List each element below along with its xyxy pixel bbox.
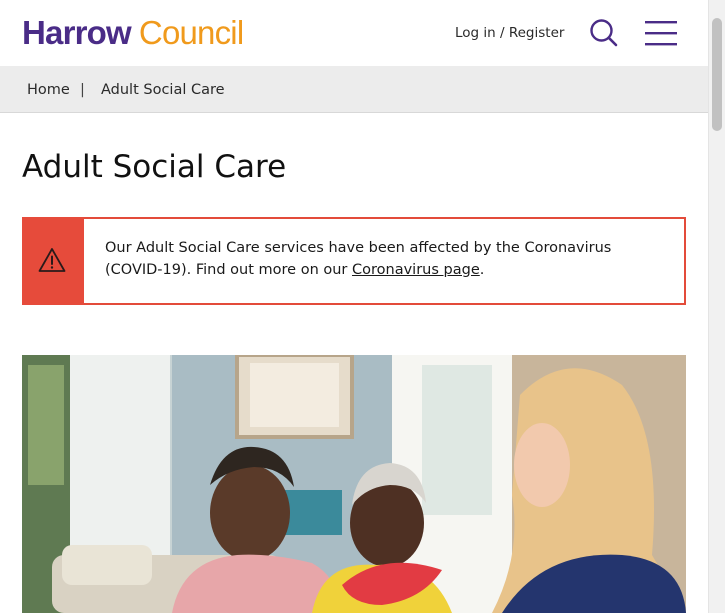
breadcrumb-current: Adult Social Care <box>101 82 225 98</box>
page: Harrow Council Log in / Register Home | A… <box>0 0 708 613</box>
alert-message: Our Adult Social Care services have been… <box>105 238 665 281</box>
site-header: Harrow Council Log in / Register <box>0 0 708 66</box>
covid-alert-banner: Our Adult Social Care services have been… <box>22 217 686 305</box>
alert-text-after: . <box>479 261 485 278</box>
logo-word-council: Council <box>138 14 244 51</box>
logo-word-harrow: Harrow <box>22 14 132 51</box>
page-title: Adult Social Care <box>22 149 287 185</box>
vertical-scrollbar[interactable] <box>708 0 725 613</box>
alert-icon-panel <box>22 217 84 305</box>
search-icon <box>590 19 618 47</box>
search-button[interactable] <box>589 18 619 48</box>
coronavirus-page-link[interactable]: Coronavirus page <box>352 262 480 278</box>
hamburger-menu-icon <box>645 21 677 46</box>
scrollbar-thumb[interactable] <box>712 18 722 131</box>
login-register-link[interactable]: Log in / Register <box>455 24 564 42</box>
harrow-council-logo[interactable]: Harrow Council <box>22 14 244 52</box>
carer-visit-photo <box>22 355 686 613</box>
menu-button[interactable] <box>645 20 677 46</box>
hero-image <box>22 355 686 613</box>
breadcrumb-separator: | <box>80 82 85 98</box>
breadcrumb: Home | Adult Social Care <box>0 66 708 113</box>
warning-triangle-icon <box>38 248 66 272</box>
breadcrumb-home-link[interactable]: Home <box>27 80 70 100</box>
